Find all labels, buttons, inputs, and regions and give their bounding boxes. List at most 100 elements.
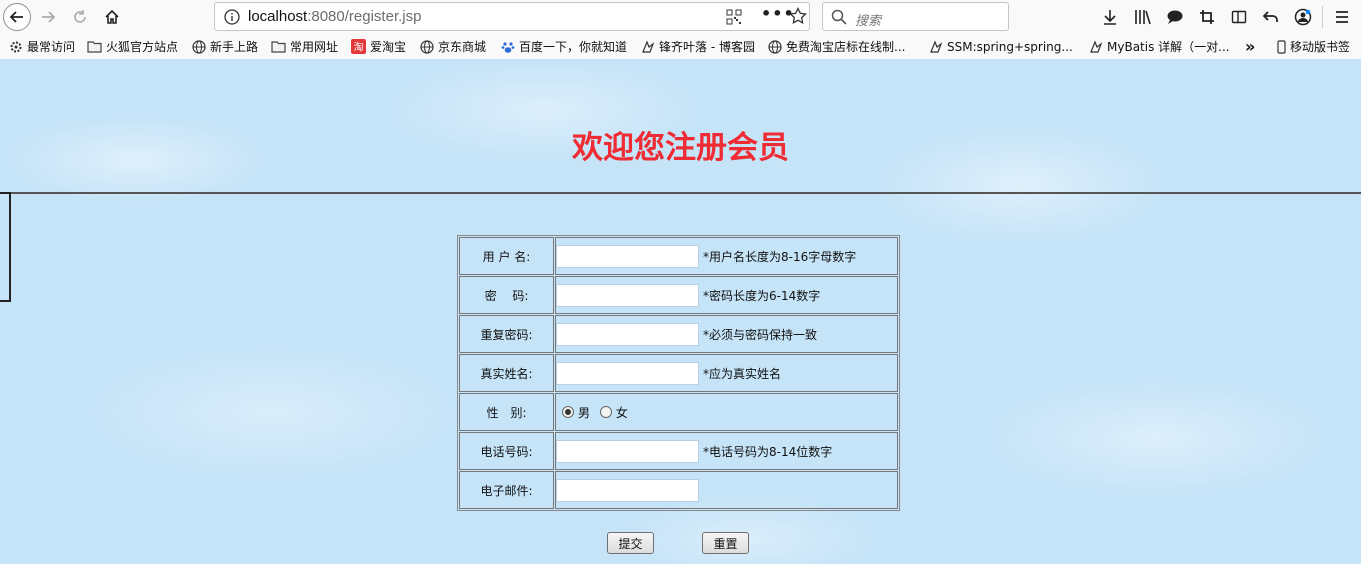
gender-male-label: 男 — [578, 405, 591, 420]
search-placeholder: 搜索 — [855, 14, 882, 29]
crop-icon[interactable] — [1197, 7, 1217, 27]
submit-button[interactable]: 提交 — [607, 532, 654, 554]
forward-arrow-icon — [42, 11, 56, 23]
toolbar-divider — [1322, 6, 1323, 28]
bookmark-most-visited[interactable]: 最常访问 — [8, 38, 75, 55]
bookmark-label: 锋齐叶落 - 博客园 — [659, 40, 755, 54]
bookmark-firefox-official[interactable]: 火狐官方站点 — [87, 38, 178, 55]
gender-female-label: 女 — [615, 405, 628, 420]
phone-hint: *电话号码为8-14位数字 — [703, 444, 833, 459]
bookmark-label: 火狐官方站点 — [106, 40, 179, 54]
blog-icon — [1088, 39, 1103, 54]
bookmark-label: 最常访问 — [27, 40, 76, 54]
blog-icon — [928, 39, 943, 54]
phone-input[interactable] — [556, 439, 699, 463]
email-input[interactable] — [556, 478, 699, 502]
bookmark-common-sites[interactable]: 常用网址 — [271, 38, 338, 55]
bookmark-mybatis[interactable]: MyBatis 详解（一对... — [1088, 38, 1230, 55]
page-title: 欢迎您注册会员 — [572, 130, 789, 166]
baidu-paw-icon — [500, 39, 515, 54]
bookmark-mobile[interactable]: 移动版书签 — [1276, 38, 1350, 55]
search-icon — [831, 9, 847, 25]
browser-toolbar: localhost:8080/register.jsp ••• 搜索 — [0, 0, 1361, 34]
bookmark-ai-taobao[interactable]: 淘 爱淘宝 — [351, 38, 406, 55]
bookmark-label: 百度一下，你就知道 — [519, 40, 628, 54]
confirm-password-row: 重复密码: *必须与密码保持一致 — [459, 315, 898, 353]
bookmark-label: 免费淘宝店标在线制... — [786, 40, 906, 54]
bookmark-label: 常用网址 — [290, 40, 339, 54]
password-input[interactable] — [556, 283, 699, 307]
confirm-password-hint: *必须与密码保持一致 — [703, 327, 818, 342]
username-hint: *用户名长度为8-16字母数字 — [703, 249, 857, 264]
search-bar[interactable]: 搜索 — [822, 2, 1009, 31]
forward-button[interactable] — [34, 3, 62, 31]
undo-icon[interactable] — [1261, 7, 1281, 27]
bookmark-jd[interactable]: 京东商城 — [419, 38, 486, 55]
email-label: 电子邮件: — [459, 471, 554, 509]
gender-male-radio[interactable] — [562, 406, 574, 418]
password-row: 密 码: *密码长度为6-14数字 — [459, 276, 898, 314]
qr-code-icon[interactable] — [726, 9, 742, 25]
real-name-hint: *应为真实姓名 — [703, 366, 782, 381]
url-port: :8080 — [307, 8, 345, 25]
side-frame-border — [0, 192, 11, 302]
globe-icon — [767, 39, 782, 54]
folder-icon — [87, 39, 102, 54]
back-button[interactable] — [3, 3, 31, 31]
svg-text:淘: 淘 — [354, 41, 364, 54]
reader-view-icon[interactable] — [1229, 7, 1249, 27]
bookmark-label: SSM:spring+spring... — [947, 39, 1073, 54]
reload-icon — [74, 10, 86, 23]
taobao-icon: 淘 — [351, 39, 366, 54]
folder-icon — [271, 39, 286, 54]
globe-icon — [191, 39, 206, 54]
username-input[interactable] — [556, 244, 699, 268]
url-text[interactable]: localhost:8080/register.jsp — [248, 8, 421, 25]
bookmark-label: 京东商城 — [438, 40, 487, 54]
home-button[interactable] — [98, 3, 126, 31]
username-label: 用 户 名: — [459, 237, 554, 275]
mobile-icon — [1276, 39, 1286, 54]
horizontal-rule — [0, 192, 1361, 194]
globe-icon — [419, 39, 434, 54]
gear-icon — [8, 39, 23, 54]
downloads-icon[interactable] — [1100, 7, 1120, 27]
library-icon[interactable] — [1133, 7, 1153, 27]
account-icon[interactable] — [1293, 7, 1313, 27]
info-icon[interactable] — [224, 9, 240, 25]
bookmark-baidu[interactable]: 百度一下，你就知道 — [500, 38, 627, 55]
register-form: 用 户 名: *用户名长度为8-16字母数字 密 码: *密码长度为6-14数字… — [457, 235, 900, 511]
bookmark-label: MyBatis 详解（一对... — [1107, 40, 1230, 54]
gender-label: 性 别: — [459, 393, 554, 431]
real-name-input[interactable] — [556, 361, 699, 385]
bookmarks-overflow-button[interactable]: » — [1245, 37, 1255, 56]
password-hint: *密码长度为6-14数字 — [703, 288, 821, 303]
bookmark-taobao-logo-maker[interactable]: 免费淘宝店标在线制... — [767, 38, 905, 55]
gender-row: 性 别: 男 女 — [459, 393, 898, 431]
chat-icon[interactable] — [1165, 7, 1185, 27]
bookmark-getting-started[interactable]: 新手上路 — [191, 38, 258, 55]
confirm-password-input[interactable] — [556, 322, 699, 346]
reset-button[interactable]: 重置 — [702, 532, 749, 554]
gender-female-radio[interactable] — [599, 406, 612, 418]
email-row: 电子邮件: — [459, 471, 898, 509]
home-icon — [105, 9, 119, 24]
bookmark-ssm[interactable]: SSM:spring+spring... — [928, 38, 1073, 55]
back-arrow-icon — [9, 11, 23, 23]
page-content: 欢迎您注册会员 用 户 名: *用户名长度为8-16字母数字 密 码: *密码长… — [0, 59, 1361, 564]
address-bar[interactable]: localhost:8080/register.jsp ••• — [214, 2, 810, 31]
reload-button[interactable] — [66, 3, 94, 31]
bookmark-label: 移动版书签 — [1290, 40, 1351, 54]
username-row: 用 户 名: *用户名长度为8-16字母数字 — [459, 237, 898, 275]
bookmarks-bar: 最常访问 火狐官方站点 新手上路 常用网址 淘 爱淘宝 京东商城 百度一下，你就… — [0, 34, 1361, 59]
menu-icon[interactable] — [1332, 7, 1352, 27]
bookmark-cnblogs[interactable]: 锋齐叶落 - 博客园 — [640, 38, 755, 55]
bookmark-star-icon[interactable] — [789, 7, 807, 25]
url-host: localhost — [248, 8, 308, 25]
url-path: /register.jsp — [344, 8, 422, 25]
confirm-password-label: 重复密码: — [459, 315, 554, 353]
password-label: 密 码: — [459, 276, 554, 314]
blog-icon — [640, 39, 655, 54]
real-name-label: 真实姓名: — [459, 354, 554, 392]
real-name-row: 真实姓名: *应为真实姓名 — [459, 354, 898, 392]
